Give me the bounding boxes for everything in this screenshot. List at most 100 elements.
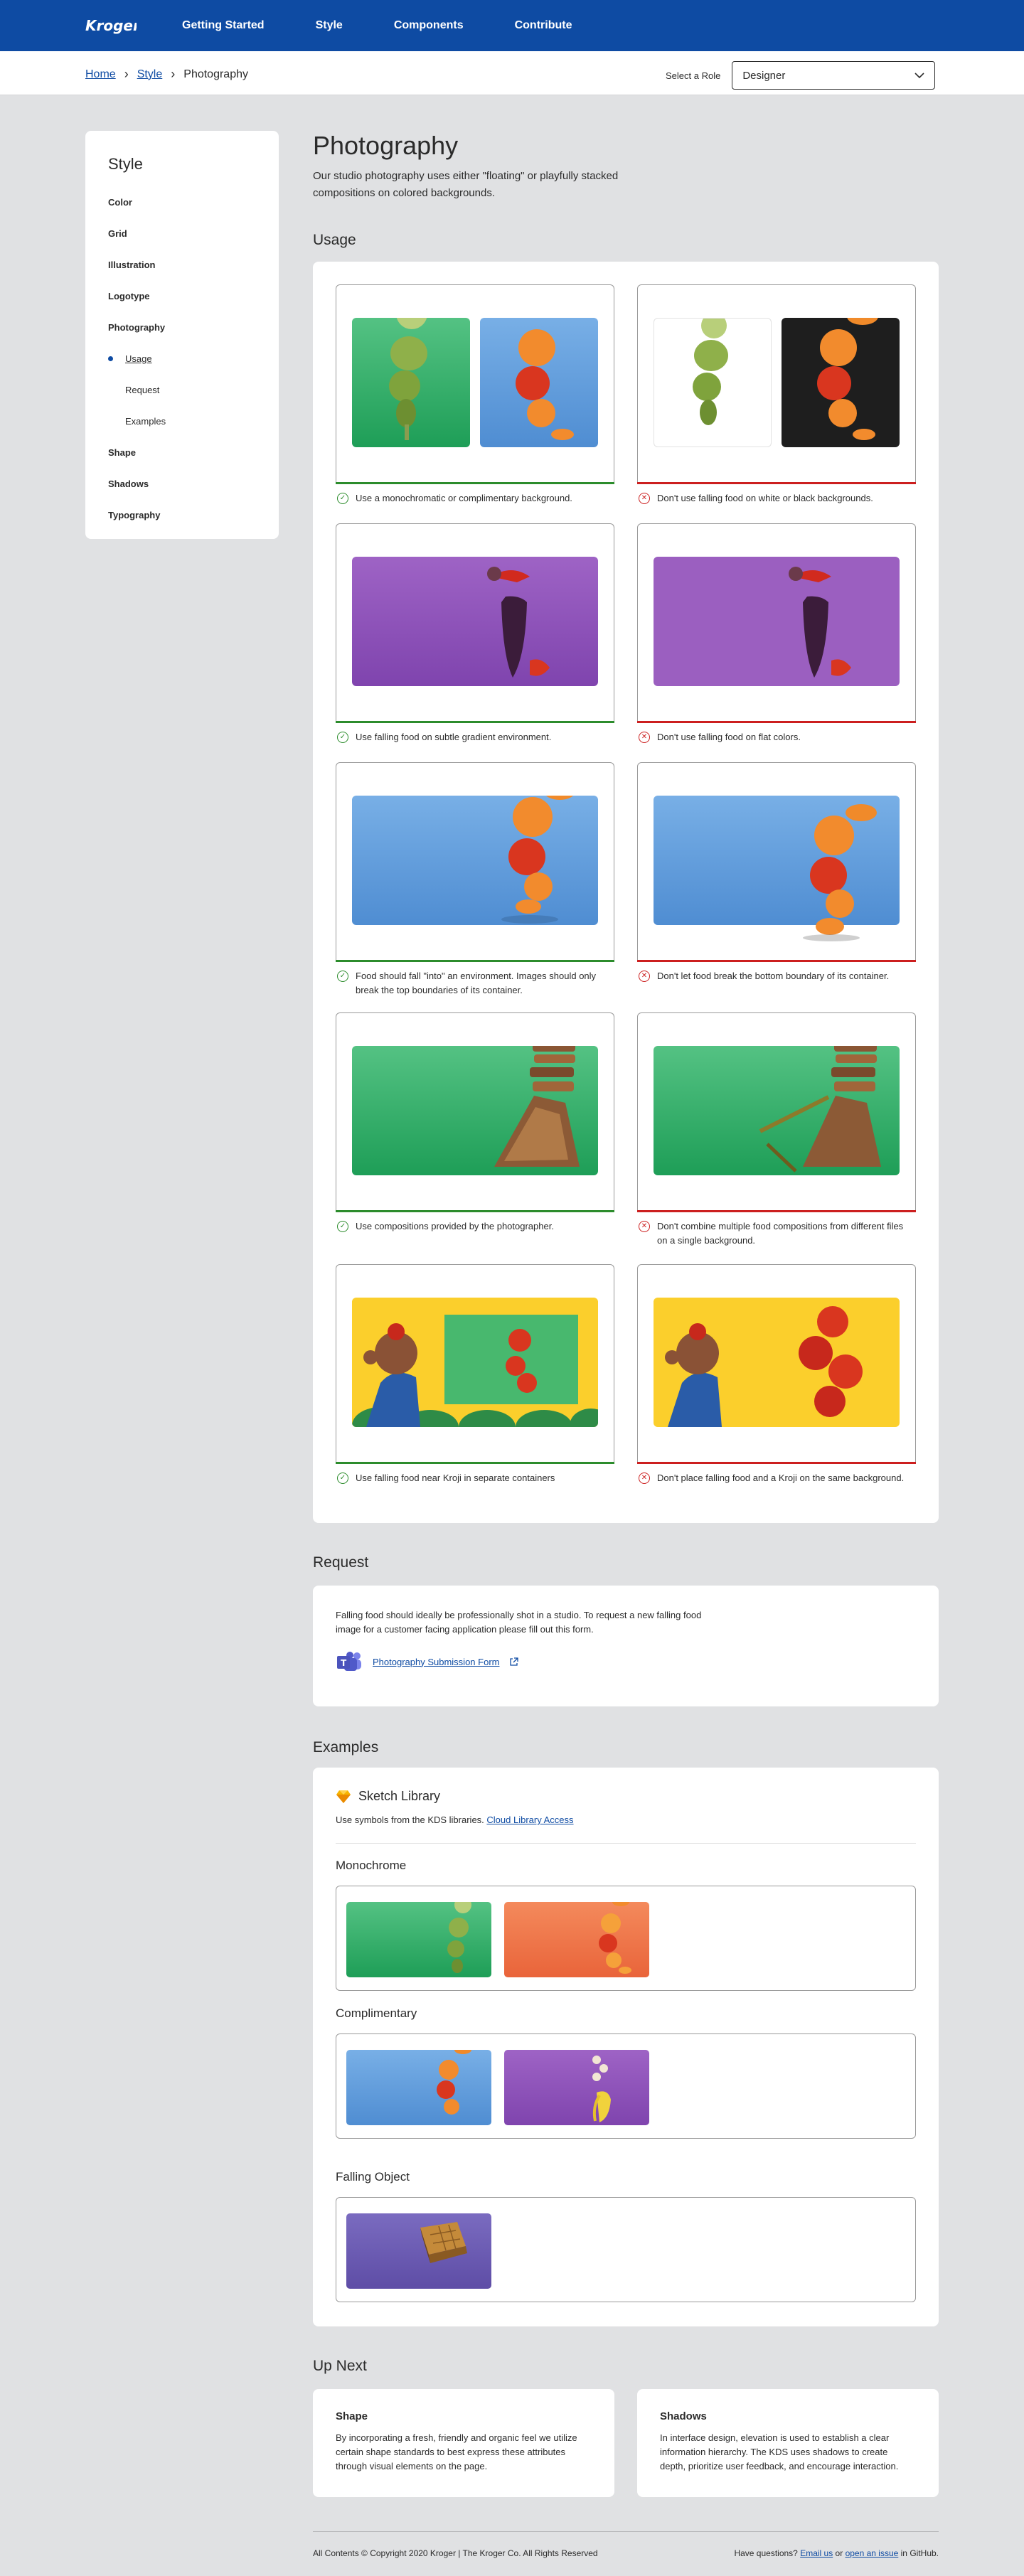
main-content: Photography Our studio photography uses …: [313, 131, 939, 2497]
nav-components[interactable]: Components: [394, 19, 464, 32]
sprouts-on-white-image: [654, 313, 772, 447]
footer-email-link[interactable]: Email us: [800, 2548, 833, 2558]
usage-dont-caption: ✕ Don't use falling food on flat colors.: [637, 730, 916, 744]
dont-indicator-bar: [637, 482, 916, 484]
sidebar-item-shadows[interactable]: Shadows: [108, 468, 256, 499]
up-next-shape-text: By incorporating a fresh, friendly and o…: [336, 2432, 577, 2471]
role-dropdown[interactable]: Designer: [732, 61, 936, 90]
request-text: Falling food should ideally be professio…: [336, 1610, 702, 1635]
sidebar-item-grid[interactable]: Grid: [108, 218, 256, 249]
usage-example-frame: [336, 762, 614, 960]
x-circle-icon: ✕: [639, 1221, 650, 1232]
primary-nav: Getting Started Style Components Contrib…: [182, 19, 572, 32]
usage-example-frame: [336, 1012, 614, 1210]
caption-text: Use falling food near Kroji in separate …: [356, 1473, 555, 1483]
check-circle-icon: ✓: [337, 493, 348, 504]
falling-object-examples: [336, 2197, 916, 2302]
do-indicator-bar: [336, 482, 614, 484]
breadcrumb-style[interactable]: Style: [137, 68, 163, 81]
sidebar-item-illustration[interactable]: Illustration: [108, 249, 256, 280]
usage-example-frame: [637, 523, 916, 721]
chevron-right-icon: ›: [124, 67, 129, 81]
usage-dont-caption: ✕ Don't place falling food and a Kroji o…: [637, 1471, 916, 1485]
up-next-shadows-card[interactable]: Shadows In interface design, elevation i…: [637, 2389, 939, 2497]
sketch-library-title-row: Sketch Library: [336, 1789, 440, 1804]
examples-card: Sketch Library Use symbols from the KDS …: [313, 1768, 939, 2326]
svg-text:T: T: [341, 1658, 347, 1668]
request-card: Falling food should ideally be professio…: [313, 1586, 939, 1706]
usage-do-caption: ✓ Use compositions provided by the photo…: [336, 1219, 614, 1234]
nav-style[interactable]: Style: [316, 19, 343, 32]
usage-do-caption: ✓ Food should fall "into" an environment…: [336, 969, 614, 998]
nav-getting-started[interactable]: Getting Started: [182, 19, 265, 32]
cloud-library-link[interactable]: Cloud Library Access: [486, 1815, 573, 1825]
breadcrumb-bar: Home › Style › Photography Select a Role…: [0, 51, 1024, 95]
usage-dont-item: ✕ Don't let food break the bottom bounda…: [637, 762, 916, 983]
caption-text: Don't let food break the bottom boundary…: [657, 971, 890, 981]
usage-example-frame: [336, 523, 614, 721]
role-label: Select a Role: [666, 70, 721, 81]
up-next-shape-card[interactable]: Shape By incorporating a fresh, friendly…: [313, 2389, 614, 2497]
do-indicator-bar: [336, 960, 614, 962]
sidebar-subitem-examples[interactable]: Examples: [108, 405, 256, 437]
usage-dont-item: ✕ Don't use falling food on white or bla…: [637, 284, 916, 506]
check-circle-icon: ✓: [337, 1473, 348, 1484]
sidebar-item-typography[interactable]: Typography: [108, 499, 256, 530]
usage-example-frame: [637, 284, 916, 482]
sidebar-subitem-request[interactable]: Request: [108, 374, 256, 405]
up-next-shadows-text: In interface design, elevation is used t…: [660, 2432, 899, 2471]
complimentary-blue-thumb: [346, 2050, 491, 2125]
dont-indicator-bar: [637, 1210, 916, 1212]
orange-stack-on-black-image: [782, 308, 900, 447]
check-circle-icon: ✓: [337, 971, 348, 982]
usage-do-item: ✓ Use falling food near Kroji in separat…: [336, 1264, 614, 1485]
usage-dont-caption: ✕ Don't combine multiple food compositio…: [637, 1219, 916, 1248]
chevron-down-icon: [914, 72, 924, 78]
monochrome-green-thumb: [346, 1902, 491, 1977]
falling-object-heading: Falling Object: [336, 2170, 410, 2184]
sidebar-subitem-usage-label: Usage: [125, 353, 152, 364]
kroger-logo[interactable]: Kroger: [85, 13, 137, 38]
falling-food-on-flat-image: [654, 557, 900, 686]
complimentary-examples: [336, 2033, 916, 2139]
sidebar-item-photography[interactable]: Photography: [108, 311, 256, 343]
page-title: Photography: [313, 131, 459, 160]
orange-stack-on-blue-image: [480, 301, 598, 447]
food-breaking-bottom-image: [654, 796, 900, 941]
up-next-shadows-title: Shadows: [660, 2410, 707, 2422]
caption-text: Don't use falling food on white or black…: [657, 493, 873, 503]
up-next-heading: Up Next: [313, 2358, 367, 2374]
breadcrumb-current: Photography: [183, 68, 248, 80]
x-circle-icon: ✕: [639, 732, 650, 743]
usage-dont-caption: ✕ Don't use falling food on white or bla…: [637, 491, 916, 506]
breadcrumb-home[interactable]: Home: [85, 68, 116, 81]
usage-dont-caption: ✕ Don't let food break the bottom bounda…: [637, 969, 916, 983]
falling-chocolate-thumb: [346, 2213, 491, 2289]
external-link-icon[interactable]: [509, 1657, 519, 1667]
kroji-same-background-image: [654, 1298, 900, 1427]
caption-text: Don't use falling food on flat colors.: [657, 732, 801, 742]
falling-food-on-gradient-image: [352, 557, 598, 686]
usage-dont-item: ✕ Don't combine multiple food compositio…: [637, 1012, 916, 1248]
sidebar-item-color[interactable]: Color: [108, 186, 256, 218]
nav-contribute[interactable]: Contribute: [515, 19, 572, 32]
caption-text: Food should fall "into" an environment. …: [356, 971, 597, 995]
sketch-diamond-icon: [336, 1790, 351, 1803]
usage-do-item: ✓ Use falling food on subtle gradient en…: [336, 523, 614, 744]
breadcrumb: Home › Style › Photography: [85, 67, 248, 82]
caption-text: Don't place falling food and a Kroji on …: [657, 1473, 905, 1483]
usage-dont-item: ✕ Don't use falling food on flat colors.: [637, 523, 916, 744]
svg-text:Kroger: Kroger: [85, 17, 137, 34]
usage-do-item: ✓ Use compositions provided by the photo…: [336, 1012, 614, 1234]
do-indicator-bar: [336, 721, 614, 723]
sketch-library-text: Use symbols from the KDS libraries.: [336, 1815, 484, 1825]
footer-issue-link[interactable]: open an issue: [846, 2548, 899, 2558]
photography-submission-link[interactable]: Photography Submission Form: [373, 1657, 499, 1667]
sidebar-item-shape[interactable]: Shape: [108, 437, 256, 468]
examples-heading: Examples: [313, 1739, 379, 1755]
usage-card: ✓ Use a monochromatic or complimentary b…: [313, 262, 939, 1523]
sidebar-item-logotype[interactable]: Logotype: [108, 280, 256, 311]
do-indicator-bar: [336, 1210, 614, 1212]
sidebar-subitem-usage[interactable]: Usage: [108, 343, 256, 374]
food-falling-into-environment-image: [352, 796, 598, 925]
